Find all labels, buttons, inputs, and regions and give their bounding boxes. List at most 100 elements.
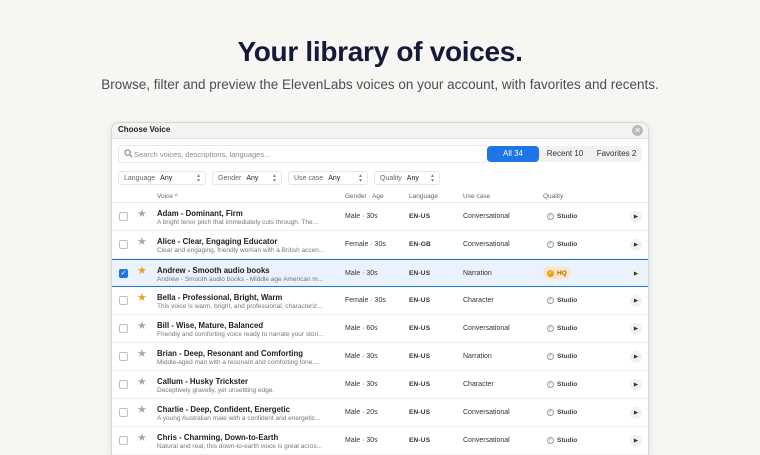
voice-use-case: Conversational [463, 437, 510, 444]
star-icon[interactable]: ★ [137, 209, 148, 220]
voice-row[interactable]: ★ Chris - Charming, Down-to-Earth Natura… [112, 427, 648, 455]
voice-use-case: Narration [463, 270, 492, 277]
column-use-case[interactable]: Use case [463, 193, 490, 200]
row-checkbox[interactable]: ✓ [119, 269, 128, 278]
star-icon[interactable]: ★ [137, 377, 148, 388]
voice-description: Middle-aged man with a resonant and comf… [157, 359, 320, 366]
play-icon[interactable]: ▶ [630, 239, 642, 251]
voice-description: Andrew - Smooth audio books - Middle age… [157, 276, 324, 283]
quality-icon: ✓ [547, 408, 554, 416]
table-header: Voice ^ Gender · Age Language Use case Q… [112, 190, 648, 203]
filter-value: Any [160, 174, 173, 182]
use-case-filter[interactable]: Use case Any ▴ ▾ [288, 171, 368, 185]
voice-gender-age: Male · 30s [345, 213, 378, 220]
quality-label: Studio [557, 408, 578, 416]
voice-name: Bella - Professional, Bright, Warm [157, 293, 283, 302]
language-filter[interactable]: Language Any ▴ ▾ [118, 171, 206, 185]
voice-use-case: Conversational [463, 325, 510, 332]
row-checkbox[interactable] [119, 212, 128, 221]
voice-name: Bill - Wise, Mature, Balanced [157, 321, 264, 330]
tab-favorites[interactable]: Favorites 2 [591, 146, 642, 162]
voice-row[interactable]: ★ Brian - Deep, Resonant and Comforting … [112, 343, 648, 371]
quality-label: Studio [557, 380, 578, 388]
quality-badge: ✓ HQ [543, 267, 571, 279]
voice-gender-age: Male · 60s [345, 325, 378, 332]
voice-name: Chris - Charming, Down-to-Earth [157, 433, 279, 442]
star-icon[interactable]: ★ [137, 349, 148, 360]
quality-label: Studio [557, 352, 578, 360]
quality-badge: ✓ Studio [543, 322, 581, 334]
search-input[interactable] [134, 148, 484, 161]
column-gender-age[interactable]: Gender · Age [345, 193, 384, 200]
star-icon[interactable]: ★ [137, 405, 148, 416]
search-box[interactable] [118, 145, 488, 163]
quality-label: Studio [557, 296, 578, 304]
quality-badge: ✓ Studio [543, 294, 581, 306]
voice-row[interactable]: ★ Bella - Professional, Bright, Warm Thi… [112, 287, 648, 315]
column-language[interactable]: Language [409, 193, 438, 200]
voice-use-case: Conversational [463, 213, 510, 220]
chevron-updown-icon: ▴ ▾ [196, 173, 200, 184]
search-icon [124, 149, 133, 158]
row-checkbox[interactable] [119, 296, 128, 305]
row-checkbox[interactable] [119, 436, 128, 445]
voice-row[interactable]: ★ Callum - Husky Trickster Deceptively g… [112, 371, 648, 399]
voice-language: EN-GB [409, 241, 431, 248]
play-icon[interactable]: ▶ [630, 379, 642, 391]
column-quality[interactable]: Quality [543, 193, 563, 200]
voice-language: EN-US [409, 409, 431, 416]
tab-recent[interactable]: Recent 10 [539, 146, 591, 162]
row-checkbox[interactable] [119, 380, 128, 389]
voice-use-case: Conversational [463, 409, 510, 416]
quality-label: Studio [557, 240, 578, 248]
star-icon[interactable]: ★ [137, 293, 148, 304]
dialog-titlebar: Choose Voice ✕ [112, 123, 648, 139]
quality-badge: ✓ Studio [543, 434, 581, 446]
voice-name: Charlie - Deep, Confident, Energetic [157, 405, 291, 414]
quality-icon: ✓ [547, 352, 554, 360]
play-icon[interactable]: ▶ [630, 268, 642, 280]
tab-all[interactable]: All 34 [487, 146, 539, 162]
filter-label: Quality [380, 174, 402, 182]
close-icon[interactable]: ✕ [632, 125, 643, 136]
quality-icon: ✓ [547, 380, 554, 388]
quality-badge: ✓ Studio [543, 238, 581, 250]
quality-badge: ✓ Studio [543, 378, 581, 390]
row-checkbox[interactable] [119, 324, 128, 333]
voice-name: Adam - Dominant, Firm [157, 209, 243, 218]
quality-badge: ✓ Studio [543, 350, 581, 362]
star-icon[interactable]: ★ [137, 433, 148, 444]
row-checkbox[interactable] [119, 408, 128, 417]
star-icon[interactable]: ★ [137, 237, 148, 248]
play-icon[interactable]: ▶ [630, 407, 642, 419]
row-checkbox[interactable] [119, 352, 128, 361]
filter-value: Any [406, 174, 419, 182]
play-icon[interactable]: ▶ [630, 323, 642, 335]
voice-use-case: Narration [463, 353, 492, 360]
gender-filter[interactable]: Gender Any ▴ ▾ [212, 171, 282, 185]
voice-row[interactable]: ✓ ★ Andrew - Smooth audio books Andrew -… [112, 259, 648, 287]
filter-row: Language Any ▴ ▾ Gender Any ▴ ▾ Use case A… [118, 171, 642, 185]
play-icon[interactable]: ▶ [630, 211, 642, 223]
voice-description: Clear and engaging, friendly woman with … [157, 247, 325, 254]
row-checkbox[interactable] [119, 240, 128, 249]
column-voice[interactable]: Voice ^ [157, 193, 178, 200]
play-icon[interactable]: ▶ [630, 295, 642, 307]
quality-label: Studio [557, 212, 578, 220]
voice-row[interactable]: ★ Bill - Wise, Mature, Balanced Friendly… [112, 315, 648, 343]
chevron-updown-icon: ▴ ▾ [430, 173, 434, 184]
voice-row[interactable]: ★ Alice - Clear, Engaging Educator Clear… [112, 231, 648, 259]
star-icon[interactable]: ★ [137, 266, 148, 277]
star-icon[interactable]: ★ [137, 321, 148, 332]
quality-icon: ✓ [547, 324, 554, 332]
quality-filter[interactable]: Quality Any ▴ ▾ [374, 171, 440, 185]
play-icon[interactable]: ▶ [630, 435, 642, 447]
quality-badge: ✓ Studio [543, 210, 581, 222]
voice-gender-age: Male · 20s [345, 409, 378, 416]
play-icon[interactable]: ▶ [630, 351, 642, 363]
voice-row[interactable]: ★ Adam - Dominant, Firm A bright tenor p… [112, 203, 648, 231]
quality-icon: ✓ [547, 436, 554, 444]
voice-row[interactable]: ★ Charlie - Deep, Confident, Energetic A… [112, 399, 648, 427]
voice-description: This voice is warm, bright, and professi… [157, 303, 323, 310]
voice-gender-age: Male · 30s [345, 381, 378, 388]
